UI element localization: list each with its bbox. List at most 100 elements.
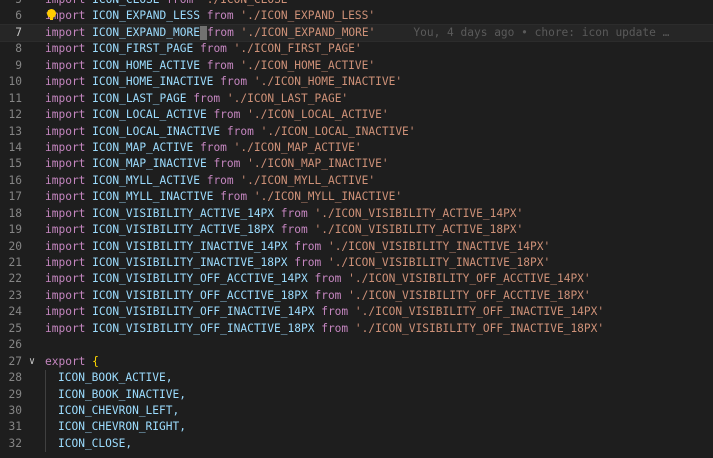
code-editor[interactable]: 5 import ICON_CLOSE from './ICON_CLOSE' 6 i…	[0, 0, 713, 453]
line-number: 8	[15, 42, 22, 56]
code-text[interactable]: import ICON_VISIBILITY_INACTIVE_14PX fro…	[45, 239, 550, 255]
code-line[interactable]: 31 ICON_CHEVRON_RIGHT,	[0, 419, 713, 436]
keyword-import: import	[45, 0, 85, 6]
chevron-down-icon[interactable]: ∨	[29, 354, 41, 370]
code-text[interactable]: import ICON_EXPAND_LESS from './ICON_EXP…	[45, 8, 375, 24]
import-path-string: './ICON_MAP_ACTIVE'	[233, 140, 362, 154]
code-line[interactable]: 20 import ICON_VISIBILITY_INACTIVE_14PX f…	[0, 239, 713, 255]
code-text[interactable]: import ICON_VISIBILITY_OFF_ACCTIVE_14PX …	[45, 271, 591, 287]
code-text[interactable]: import ICON_MAP_ACTIVE from './ICON_MAP_…	[45, 140, 362, 156]
keyword-from: from	[166, 0, 193, 6]
import-path-string: './ICON_FIRST_PAGE'	[233, 42, 362, 56]
line-number: 21	[8, 256, 22, 269]
import-path-string: './ICON_LOCAL_INACTIVE'	[260, 124, 416, 138]
code-text[interactable]: import ICON_HOME_INACTIVE from './ICON_H…	[45, 74, 402, 90]
import-identifier: ICON_LAST_PAGE	[92, 91, 187, 105]
code-text[interactable]: import ICON_LAST_PAGE from './ICON_LAST_…	[45, 91, 348, 107]
code-line[interactable]: 30 ICON_CHEVRON_LEFT,	[0, 402, 713, 420]
code-text[interactable]: import ICON_VISIBILITY_OFF_INACTIVE_18PX…	[45, 321, 604, 337]
import-identifier: ICON_EXPAND_MORE	[92, 25, 200, 39]
line-number: 32	[8, 436, 22, 450]
import-identifier: ICON_HOME_INACTIVE	[92, 75, 214, 89]
code-line[interactable]: 32 ICON_CLOSE,	[0, 435, 713, 453]
code-line[interactable]: 15 import ICON_MAP_INACTIVE from './ICON_…	[0, 156, 713, 172]
code-text[interactable]: ICON_CHEVRON_RIGHT,	[58, 419, 186, 435]
keyword-from: from	[213, 157, 241, 171]
code-line[interactable]: 19 import ICON_VISIBILITY_ACTIVE_18PX fro…	[0, 222, 713, 238]
export-identifier: ICON_CLOSE,	[58, 436, 133, 450]
code-text[interactable]: import ICON_HOME_ACTIVE from './ICON_HOM…	[45, 58, 375, 74]
code-line[interactable]: 10 import ICON_HOME_INACTIVE from './ICON…	[0, 74, 713, 90]
import-identifier: ICON_VISIBILITY_OFF_ACCTIVE_18PX	[92, 288, 308, 302]
keyword-from: from	[220, 75, 248, 89]
code-line[interactable]: 28 ICON_BOOK_ACTIVE,	[0, 370, 713, 387]
code-text[interactable]: import ICON_LOCAL_INACTIVE from './ICON_…	[45, 124, 416, 140]
code-line[interactable]: 29 ICON_BOOK_INACTIVE,	[0, 386, 713, 403]
code-text[interactable]: import ICON_MAP_INACTIVE from './ICON_MA…	[45, 156, 389, 172]
code-text[interactable]: import ICON_VISIBILITY_ACTIVE_14PX from …	[45, 206, 523, 222]
line-number: 27	[8, 354, 22, 368]
code-text[interactable]: ICON_CHEVRON_LEFT,	[58, 403, 179, 419]
keyword-from: from	[314, 272, 342, 286]
code-text[interactable]: import ICON_VISIBILITY_ACTIVE_18PX from …	[45, 222, 523, 238]
code-line[interactable]: 8 import ICON_FIRST_PAGE from './ICON_FIR…	[0, 41, 713, 57]
import-path-string: './ICON_VISIBILITY_OFF_ACCTIVE_14PX'	[348, 272, 591, 286]
code-text[interactable]: import ICON_CLOSE from './ICON_CLOSE'	[45, 0, 294, 8]
code-text[interactable]: import ICON_MYLL_INACTIVE from './ICON_M…	[45, 189, 402, 205]
line-number: 17	[8, 190, 22, 204]
code-line[interactable]: 9 import ICON_HOME_ACTIVE from './ICON_HO…	[0, 58, 713, 74]
code-text[interactable]: import ICON_EXPAND_MORE from './ICON_EXPA…	[45, 25, 669, 41]
indent-guide	[45, 370, 46, 387]
code-line[interactable]: 26	[0, 337, 713, 353]
keyword-import: import	[45, 206, 86, 220]
line-number: 24	[8, 305, 22, 319]
code-line[interactable]: 17 import ICON_MYLL_INACTIVE from './ICON…	[0, 189, 713, 205]
line-number: 19	[8, 223, 22, 237]
indent-guide	[45, 419, 46, 436]
code-text[interactable]: import ICON_VISIBILITY_OFF_ACCTIVE_18PX …	[45, 288, 591, 304]
code-line[interactable]: 12 import ICON_LOCAL_ACTIVE from './ICON_…	[0, 107, 713, 123]
code-text[interactable]: import ICON_MYLL_ACTIVE from './ICON_MYL…	[45, 173, 375, 189]
code-text[interactable]: import ICON_VISIBILITY_OFF_INACTIVE_14PX…	[45, 304, 604, 320]
keyword-from: from	[206, 25, 234, 39]
code-line[interactable]: 7 import ICON_EXPAND_MORE from './ICON_EXP…	[0, 23, 713, 43]
import-identifier: ICON_LOCAL_ACTIVE	[92, 108, 207, 122]
code-line[interactable]: 27 ∨ export {	[0, 354, 713, 370]
code-text[interactable]: ICON_CLOSE,	[58, 436, 132, 452]
import-path-string: './ICON_MYLL_ACTIVE'	[240, 173, 376, 187]
import-path-string: './ICON_LAST_PAGE'	[226, 91, 349, 105]
code-line[interactable]: 5 import ICON_CLOSE from './ICON_CLOSE'	[0, 0, 713, 8]
code-line[interactable]: 23 import ICON_VISIBILITY_OFF_ACCTIVE_18P…	[0, 288, 713, 304]
indent-guide	[45, 402, 46, 420]
code-line[interactable]: 6 import ICON_EXPAND_LESS from './ICON_EX…	[0, 8, 713, 24]
code-text[interactable]: ICON_BOOK_INACTIVE,	[58, 387, 186, 403]
code-line[interactable]: 24 import ICON_VISIBILITY_OFF_INACTIVE_14…	[0, 304, 713, 320]
line-number: 26	[8, 338, 22, 352]
keyword-from: from	[226, 124, 254, 138]
code-text[interactable]: import ICON_FIRST_PAGE from './ICON_FIRS…	[45, 41, 362, 57]
code-text[interactable]: ICON_BOOK_ACTIVE,	[58, 370, 173, 386]
code-line[interactable]: 14 import ICON_MAP_ACTIVE from './ICON_MA…	[0, 140, 713, 156]
import-identifier: ICON_MAP_INACTIVE	[92, 157, 207, 171]
code-text[interactable]: import ICON_VISIBILITY_INACTIVE_18PX fro…	[45, 255, 550, 271]
code-line[interactable]: 11 import ICON_LAST_PAGE from './ICON_LAS…	[0, 91, 713, 107]
keyword-from: from	[280, 223, 308, 237]
code-line[interactable]: 25 import ICON_VISIBILITY_OFF_INACTIVE_18…	[0, 321, 713, 337]
import-path-string: './ICON_EXPAND_LESS'	[240, 9, 376, 23]
keyword-import: import	[45, 256, 86, 269]
import-identifier: ICON_CLOSE	[92, 0, 159, 6]
keyword-import: import	[45, 124, 86, 138]
line-number: 23	[8, 288, 22, 302]
code-line[interactable]: 13 import ICON_LOCAL_INACTIVE from './ICO…	[0, 124, 713, 140]
import-path-string: './ICON_VISIBILITY_INACTIVE_18PX'	[327, 256, 551, 269]
export-identifier: ICON_BOOK_ACTIVE,	[58, 371, 173, 385]
import-identifier: ICON_MYLL_ACTIVE	[92, 173, 200, 187]
code-line[interactable]: 22 import ICON_VISIBILITY_OFF_ACCTIVE_14P…	[0, 271, 713, 287]
keyword-import: import	[45, 157, 86, 171]
code-text[interactable]: import ICON_LOCAL_ACTIVE from './ICON_LO…	[45, 107, 389, 123]
text-cursor	[199, 25, 207, 40]
code-line[interactable]: 18 import ICON_VISIBILITY_ACTIVE_14PX fro…	[0, 206, 713, 222]
code-line[interactable]: 21 import ICON_VISIBILITY_INACTIVE_18PX f…	[0, 255, 713, 271]
code-line[interactable]: 16 import ICON_MYLL_ACTIVE from './ICON_M…	[0, 173, 713, 189]
code-text[interactable]: export {	[45, 354, 99, 370]
